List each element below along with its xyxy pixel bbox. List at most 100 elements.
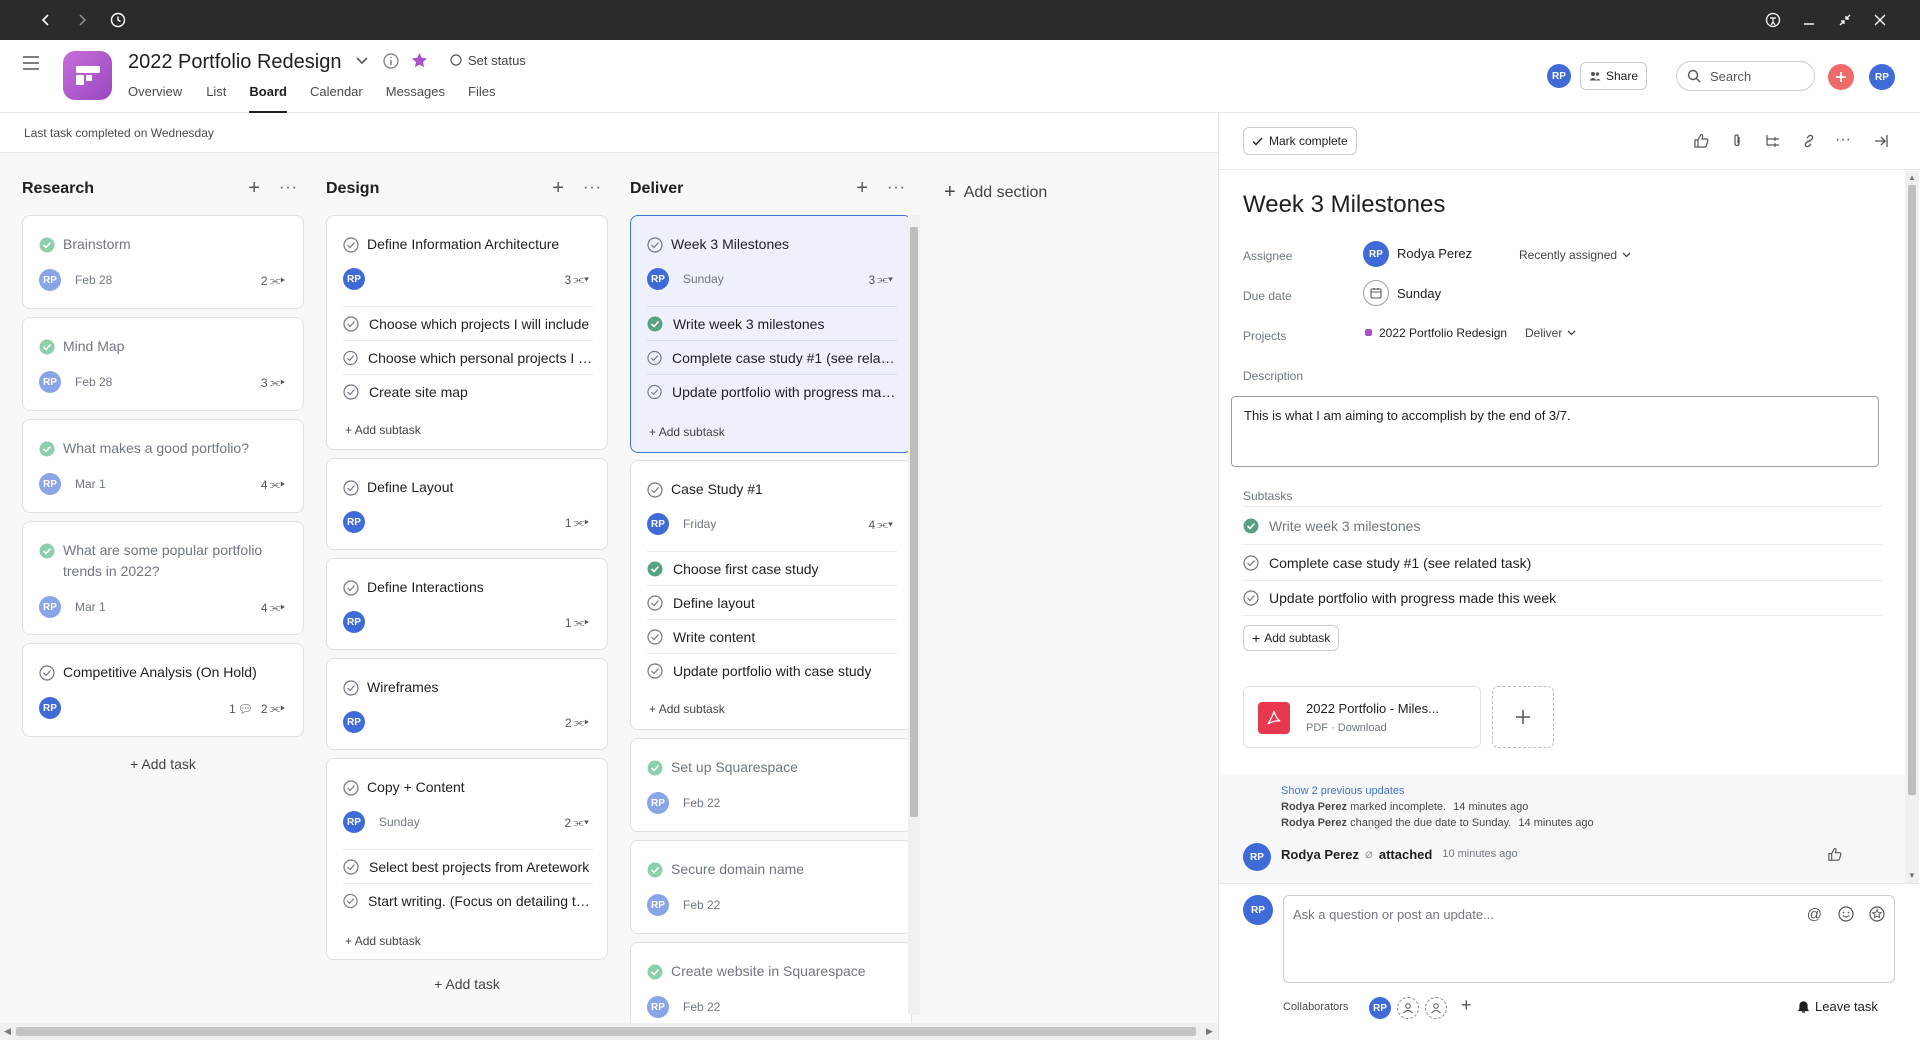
subtask-row[interactable]: Create site map <box>343 374 593 408</box>
check-complete-icon[interactable] <box>39 441 55 457</box>
attachment-icon[interactable] <box>1729 133 1745 149</box>
attachment-card[interactable]: 2022 Portfolio - Miles... PDF · Download <box>1243 686 1481 748</box>
user-avatar[interactable]: RP <box>1869 64 1895 90</box>
check-incomplete-icon[interactable] <box>343 680 359 696</box>
emoji-icon[interactable] <box>1838 906 1854 922</box>
more-actions-icon[interactable]: ··· <box>1835 131 1851 149</box>
add-task-plus-icon[interactable]: + <box>552 178 564 198</box>
add-task-plus-icon[interactable]: + <box>248 178 260 198</box>
subtask-row[interactable]: Update portfolio with case study <box>647 653 897 687</box>
check-incomplete-icon[interactable] <box>343 580 359 596</box>
task-card[interactable]: Define Interactions RP 1 ⫘▸ <box>326 558 608 650</box>
back-icon[interactable] <box>36 10 56 30</box>
restore-icon[interactable] <box>1835 10 1855 30</box>
column-title[interactable]: Design <box>326 180 379 198</box>
column-scrollbar[interactable] <box>908 215 920 1015</box>
tab-board[interactable]: Board <box>249 84 287 113</box>
search-input[interactable]: Search <box>1676 61 1815 91</box>
subtask-toggle[interactable]: 3 ⫘▾ <box>564 272 589 287</box>
subtask-count[interactable]: 2 ⫘▸ <box>261 273 285 288</box>
link-icon[interactable] <box>1801 133 1817 149</box>
subtask-toggle[interactable]: 4 ⫘▾ <box>868 517 893 532</box>
column-title[interactable]: Research <box>22 180 94 198</box>
project-title[interactable]: 2022 Portfolio Redesign <box>128 51 341 74</box>
task-card[interactable]: Define Layout RP 1 ⫘▸ <box>326 458 608 550</box>
scroll-up-icon[interactable]: ▲ <box>1908 173 1916 182</box>
check-complete-icon[interactable] <box>39 237 55 253</box>
mention-icon[interactable]: @ <box>1807 906 1822 923</box>
subtasks-icon[interactable] <box>1765 133 1781 149</box>
task-card[interactable]: What makes a good portfolio? RP Mar 1 4 ⫘▸ <box>22 419 304 513</box>
like-icon[interactable] <box>1827 847 1842 862</box>
column-title[interactable]: Deliver <box>630 180 683 198</box>
more-icon[interactable]: ··· <box>887 179 906 197</box>
board-horizontal-scrollbar[interactable]: ◀ ▶ <box>0 1023 1218 1040</box>
quick-add-button[interactable] <box>1828 64 1854 90</box>
tab-calendar[interactable]: Calendar <box>310 84 363 113</box>
subtask-row[interactable]: Define layout <box>647 585 897 619</box>
subtask-row[interactable]: Write week 3 milestones <box>1243 508 1883 544</box>
subtask-row[interactable]: Choose which projects I will include <box>343 306 593 340</box>
project-chip[interactable]: 2022 Portfolio Redesign <box>1379 326 1507 340</box>
scroll-left-icon[interactable]: ◀ <box>4 1026 11 1037</box>
task-card[interactable]: Wireframes RP 2 ⫘▸ <box>326 658 608 750</box>
tab-messages[interactable]: Messages <box>386 84 445 113</box>
assignee-name[interactable]: Rodya Perez <box>1397 246 1472 261</box>
subtask-row[interactable]: Choose first case study <box>647 551 897 585</box>
task-counts[interactable]: 1 💬︎ 2 ⫘▸ <box>229 701 285 716</box>
subtask-toggle[interactable]: 3 ⫘▾ <box>868 272 893 287</box>
subtask-count[interactable]: 1 ⫘▸ <box>565 515 589 530</box>
subtask-count[interactable]: 4 ⫘▸ <box>261 600 285 615</box>
close-panel-icon[interactable] <box>1873 133 1889 149</box>
subtask-row[interactable]: Update portfolio with progress made this… <box>647 374 897 408</box>
member-avatar[interactable]: RP <box>1547 64 1571 88</box>
add-subtask-button[interactable]: + Add subtask <box>1243 625 1340 651</box>
subtask-row[interactable]: Choose which personal projects I will in… <box>343 340 593 374</box>
add-collaborator-icon[interactable] <box>1425 997 1447 1019</box>
tab-overview[interactable]: Overview <box>128 84 182 113</box>
subtask-row[interactable]: Start writing. (Focus on detailing the p… <box>343 883 593 917</box>
close-icon[interactable] <box>1870 10 1890 30</box>
star-icon[interactable] <box>1869 906 1885 922</box>
subtask-row[interactable]: Update portfolio with progress made this… <box>1243 580 1883 616</box>
mark-complete-button[interactable]: Mark complete <box>1243 127 1357 155</box>
task-card[interactable]: Set up Squarespace RP Feb 22 <box>630 738 912 832</box>
task-card[interactable]: Create website in Squarespace RP Feb 22 <box>630 942 912 1023</box>
chevron-down-icon[interactable] <box>356 57 368 65</box>
check-incomplete-icon[interactable] <box>343 480 359 496</box>
comment-input[interactable]: Ask a question or post an update... @ <box>1283 895 1895 983</box>
subtask-count[interactable]: 1 ⫘▸ <box>565 615 589 630</box>
subtask-count[interactable]: 3 ⫘▸ <box>261 375 285 390</box>
scrollbar-thumb[interactable] <box>1908 185 1916 795</box>
project-section-dropdown[interactable]: Deliver <box>1525 326 1576 340</box>
subtask-count[interactable]: 2 ⫘▸ <box>565 715 589 730</box>
task-title-field[interactable]: Week 3 Milestones <box>1243 191 1445 219</box>
add-subtask-button[interactable]: + Add subtask <box>345 934 421 948</box>
subtask-row[interactable]: Complete case study #1 (see related task… <box>647 340 897 374</box>
check-incomplete-icon[interactable] <box>647 237 663 253</box>
check-incomplete-icon[interactable] <box>647 482 663 498</box>
check-complete-icon[interactable] <box>647 760 663 776</box>
add-collaborator-icon[interactable] <box>1397 997 1419 1019</box>
history-icon[interactable] <box>108 10 128 30</box>
add-task-button[interactable]: + Add task <box>22 756 304 772</box>
minimize-icon[interactable] <box>1799 10 1819 30</box>
hamburger-menu-icon[interactable] <box>22 55 40 71</box>
leave-task-button[interactable]: Leave task <box>1797 999 1878 1014</box>
plus-icon[interactable]: + <box>1461 995 1472 1016</box>
subtask-row[interactable]: Complete case study #1 (see related task… <box>1243 544 1883 580</box>
share-button[interactable]: Share <box>1580 62 1648 90</box>
add-attachment-button[interactable] <box>1492 686 1554 748</box>
check-incomplete-icon[interactable] <box>343 780 359 796</box>
task-card-selected[interactable]: Week 3 Milestones RP Sunday 3 ⫘▾ Write wee… <box>630 215 912 453</box>
task-card[interactable]: Copy + Content RP Sunday 2 ⫘▾ Select best … <box>326 758 608 960</box>
check-incomplete-icon[interactable] <box>343 237 359 253</box>
recently-assigned-dropdown[interactable]: Recently assigned <box>1519 248 1631 262</box>
check-complete-icon[interactable] <box>39 543 55 559</box>
due-date-value[interactable]: Sunday <box>1397 286 1441 301</box>
task-card[interactable]: Competitive Analysis (On Hold) RP 1 💬︎ 2 ⫘▸ <box>22 643 304 737</box>
add-task-button[interactable]: + Add task <box>326 976 608 992</box>
description-field[interactable]: This is what I am aiming to accomplish b… <box>1231 396 1879 467</box>
more-icon[interactable]: ··· <box>583 179 602 197</box>
forward-icon[interactable] <box>72 10 92 30</box>
